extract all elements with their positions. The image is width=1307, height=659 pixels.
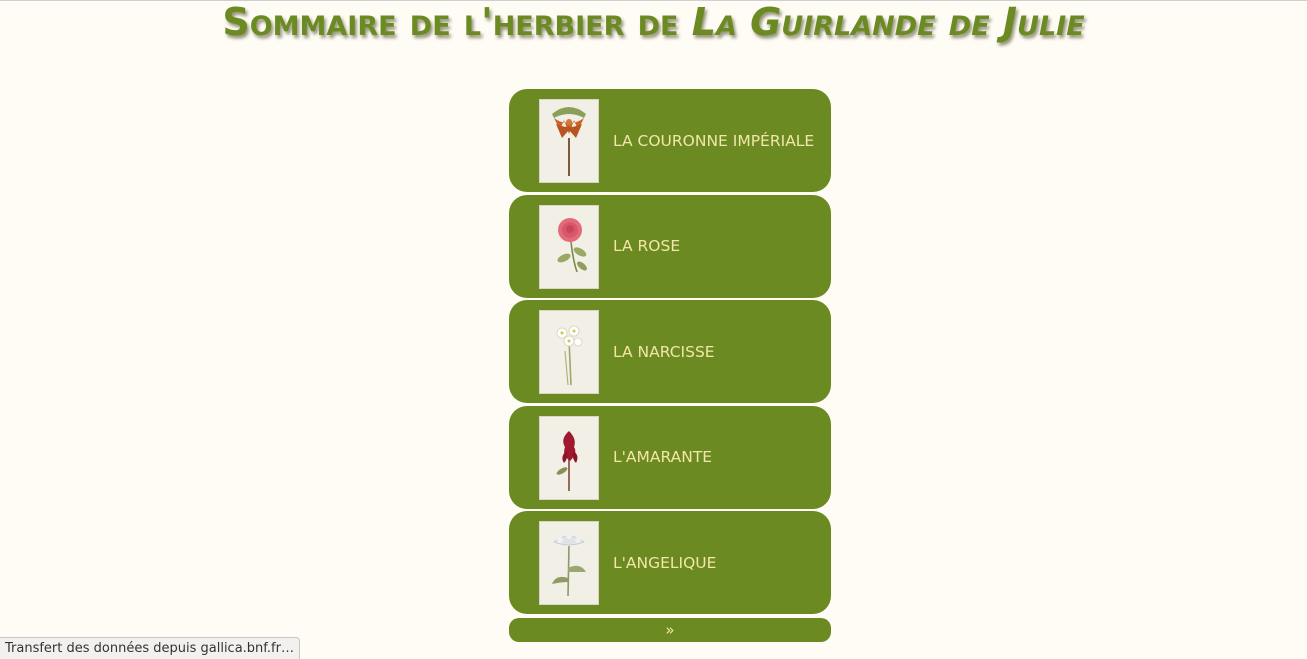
angelica-plate-icon[interactable] <box>539 521 599 605</box>
plant-list: LA COURONNE IMPÉRIALE LA ROSE LA NARCISS… <box>509 89 831 617</box>
page-title: Sommaire de l'herbier de La Guirlande de… <box>0 0 1307 44</box>
rose-plate-icon[interactable] <box>539 204 599 289</box>
page-title-work: La Guirlande de Julie <box>691 0 1085 44</box>
plant-card-amarante[interactable]: L'AMARANTE <box>509 405 831 509</box>
plant-card-label: L'ANGELIQUE <box>613 553 717 572</box>
plant-card-label: L'AMARANTE <box>613 448 713 466</box>
plant-card-label: LA ROSE <box>613 237 681 255</box>
plant-card-label: LA COURONNE IMPÉRIALE <box>613 131 815 150</box>
plant-card-rose[interactable]: LA ROSE <box>509 194 831 298</box>
plant-card-angelique[interactable]: L'ANGELIQUE <box>509 511 831 614</box>
plant-card-narcisse[interactable]: LA NARCISSE <box>509 300 831 403</box>
next-page-button[interactable]: » <box>509 618 831 642</box>
crown-imperial-plate-icon[interactable] <box>539 99 599 183</box>
plant-card-couronne-imperiale[interactable]: LA COURONNE IMPÉRIALE <box>509 89 831 192</box>
browser-status-bar: Transfert des données depuis gallica.bnf… <box>0 637 300 659</box>
page-title-main: Sommaire de l'herbier de <box>222 0 679 44</box>
amaranth-plate-icon[interactable] <box>539 415 599 500</box>
plant-card-label: LA NARCISSE <box>613 342 715 361</box>
narcissus-plate-icon[interactable] <box>539 310 599 394</box>
